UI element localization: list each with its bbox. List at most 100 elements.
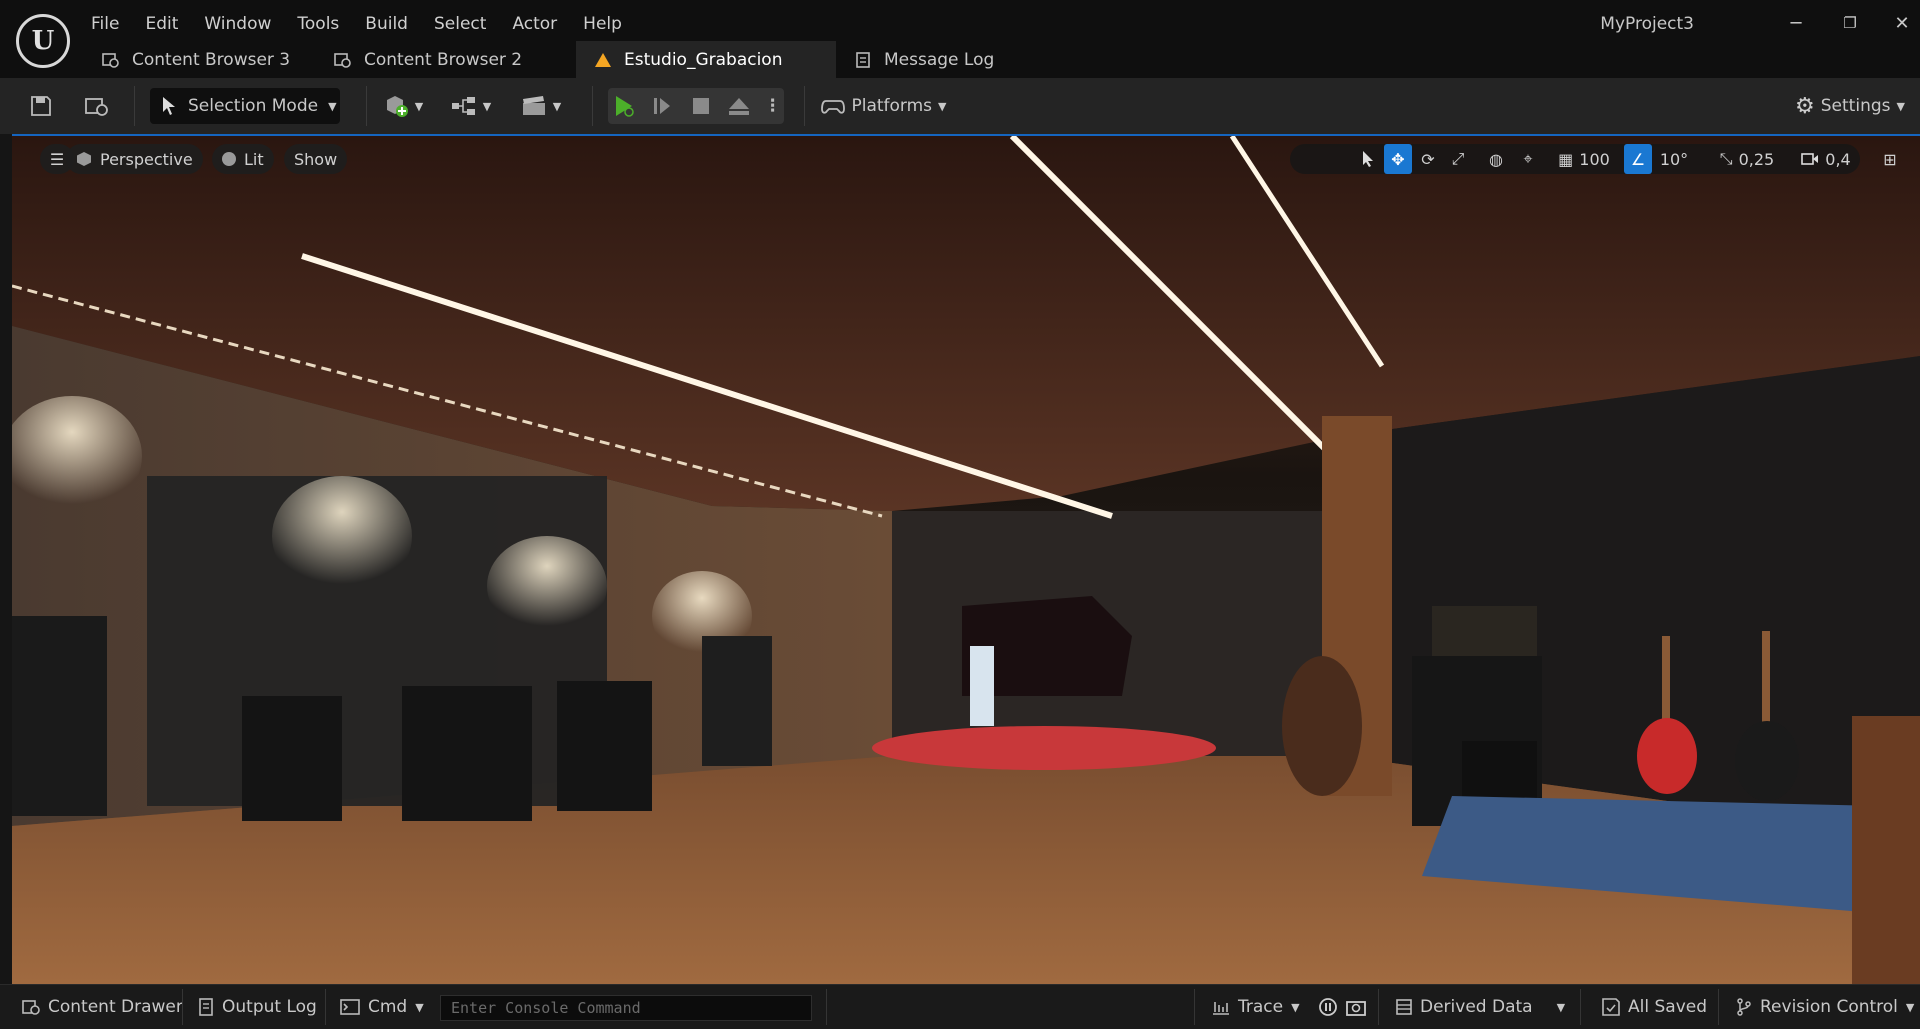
branch-icon: [1736, 998, 1752, 1016]
console-command-input[interactable]: [440, 995, 812, 1021]
hamburger-menu-icon: ☰: [49, 149, 65, 169]
trace-label: Trace: [1238, 997, 1284, 1017]
rotation-snap-value[interactable]: 10°: [1654, 144, 1694, 174]
browse-content-icon[interactable]: [80, 88, 114, 124]
tab-label: Content Browser 3: [132, 49, 291, 70]
grid-snap-value: 100: [1579, 149, 1610, 169]
lit-label: Lit: [244, 149, 264, 169]
selection-mode-label: Selection Mode: [188, 96, 319, 116]
cmd-dropdown[interactable]: Cmd ▼: [340, 993, 424, 1021]
menu-actor[interactable]: Actor: [499, 14, 570, 34]
content-drawer-button[interactable]: Content Drawer: [22, 993, 183, 1021]
chevron-down-icon: ▼: [482, 99, 492, 113]
derived-data-icon: [1396, 999, 1412, 1015]
viewport-scene-render: [12, 136, 1920, 984]
viewport-layout-icon[interactable]: ⊞: [1876, 144, 1904, 174]
scale-snap-button[interactable]: ⤡ 0,25: [1712, 144, 1782, 174]
angle-snap-icon[interactable]: ∠: [1624, 144, 1652, 174]
selection-mode-dropdown[interactable]: Selection Mode ▼: [150, 88, 340, 124]
tab-message-log[interactable]: Message Log: [836, 41, 1016, 78]
level-icon: [594, 51, 612, 69]
eject-icon[interactable]: [723, 96, 755, 116]
stop-icon[interactable]: [685, 97, 717, 115]
status-divider: [1718, 989, 1719, 1025]
status-divider: [182, 989, 183, 1025]
menu-select[interactable]: Select: [421, 14, 499, 34]
chevron-down-icon: ▼: [1905, 1000, 1915, 1014]
scale-snap-icon: ⤡: [1719, 149, 1733, 168]
output-log-label: Output Log: [222, 997, 317, 1017]
tab-estudio-grabacion[interactable]: Estudio_Grabacion: [576, 41, 836, 78]
tab-label: Content Browser 2: [364, 49, 523, 70]
grid-snap-button[interactable]: ▦ 100: [1552, 144, 1616, 174]
tab-label: Message Log: [884, 49, 995, 70]
save-status-icon: [1602, 998, 1620, 1016]
toolbar-divider: [592, 86, 593, 126]
step-forward-icon[interactable]: [646, 96, 678, 116]
content-drawer-label: Content Drawer: [48, 997, 183, 1017]
gear-icon: ⚙: [1795, 93, 1815, 119]
terminal-icon: [340, 999, 360, 1015]
menu-window[interactable]: Window: [191, 14, 284, 34]
menu-help[interactable]: Help: [570, 14, 635, 34]
derived-data-dropdown[interactable]: Derived Data ▼: [1396, 993, 1565, 1021]
platforms-dropdown[interactable]: Platforms ▼: [820, 88, 948, 124]
camera-speed-button[interactable]: 0,4: [1796, 144, 1856, 174]
save-icon[interactable]: [24, 88, 58, 124]
scale-icon[interactable]: ⤢: [1444, 144, 1472, 174]
camera-icon: [1801, 152, 1819, 166]
title-bar: U File Edit Window Tools Build Select Ac…: [0, 0, 1920, 78]
settings-label: Settings: [1820, 96, 1891, 116]
level-viewport[interactable]: ☰ Perspective Lit Show ✥ ⟳ ⤢ ◍ ⌖ ▦ 100 ∠…: [12, 136, 1920, 984]
perspective-button[interactable]: Perspective: [66, 144, 203, 174]
close-icon[interactable]: ✕: [1884, 10, 1920, 36]
status-divider: [1378, 989, 1379, 1025]
platforms-label: Platforms: [851, 96, 933, 116]
rotate-icon[interactable]: ⟳: [1414, 144, 1442, 174]
menu-file[interactable]: File: [78, 14, 132, 34]
show-label: Show: [294, 149, 338, 169]
menu-tools[interactable]: Tools: [284, 14, 352, 34]
record-trace-icon[interactable]: [1318, 993, 1338, 1021]
cursor-mode-icon: [160, 96, 178, 116]
surface-snap-icon[interactable]: ⌖: [1514, 144, 1542, 174]
cinematics-button[interactable]: ▼: [516, 88, 566, 124]
chevron-down-icon: ▼: [328, 99, 337, 113]
all-saved-button[interactable]: All Saved: [1602, 993, 1707, 1021]
gamepad-icon: [821, 96, 846, 116]
world-space-icon[interactable]: ◍: [1482, 144, 1510, 174]
status-bar: Content Drawer Output Log Cmd ▼ Trace ▼ …: [0, 984, 1920, 1029]
cmd-label: Cmd: [368, 997, 408, 1017]
status-divider: [1194, 989, 1195, 1025]
add-actor-button[interactable]: ▼: [378, 88, 428, 124]
blueprints-button[interactable]: ▼: [446, 88, 496, 124]
content-browser-icon: [102, 51, 120, 69]
chevron-down-icon: ▼: [1556, 1000, 1566, 1014]
translate-icon[interactable]: ✥: [1384, 144, 1412, 174]
select-arrow-icon[interactable]: [1354, 144, 1382, 174]
play-icon[interactable]: [608, 94, 640, 118]
lit-button[interactable]: Lit: [212, 144, 274, 174]
chevron-down-icon: ▼: [1291, 1000, 1300, 1014]
revision-control-label: Revision Control: [1760, 997, 1898, 1017]
restore-icon[interactable]: ❐: [1832, 10, 1868, 36]
trace-dropdown[interactable]: Trace ▼: [1212, 993, 1300, 1021]
tab-content-browser-2[interactable]: Content Browser 2: [316, 41, 576, 78]
menu-build[interactable]: Build: [352, 14, 421, 34]
play-controls: ⋮: [608, 88, 784, 124]
screenshot-icon[interactable]: [1346, 993, 1366, 1021]
show-button[interactable]: Show: [284, 144, 348, 174]
output-log-button[interactable]: Output Log: [198, 993, 317, 1021]
settings-dropdown[interactable]: ⚙ Settings ▼: [1790, 88, 1910, 124]
status-divider: [1580, 989, 1581, 1025]
unreal-logo-icon[interactable]: U: [16, 14, 70, 68]
project-name: MyProject3: [1600, 14, 1694, 34]
tab-content-browser-3[interactable]: Content Browser 3: [84, 41, 316, 78]
content-drawer-icon: [22, 999, 40, 1015]
revision-control-dropdown[interactable]: Revision Control ▼: [1736, 993, 1914, 1021]
minimize-icon[interactable]: ─: [1778, 10, 1814, 36]
main-menu: File Edit Window Tools Build Select Acto…: [78, 10, 635, 38]
menu-edit[interactable]: Edit: [132, 14, 191, 34]
toolbar-divider: [366, 86, 367, 126]
more-options-icon[interactable]: ⋮: [761, 96, 784, 116]
